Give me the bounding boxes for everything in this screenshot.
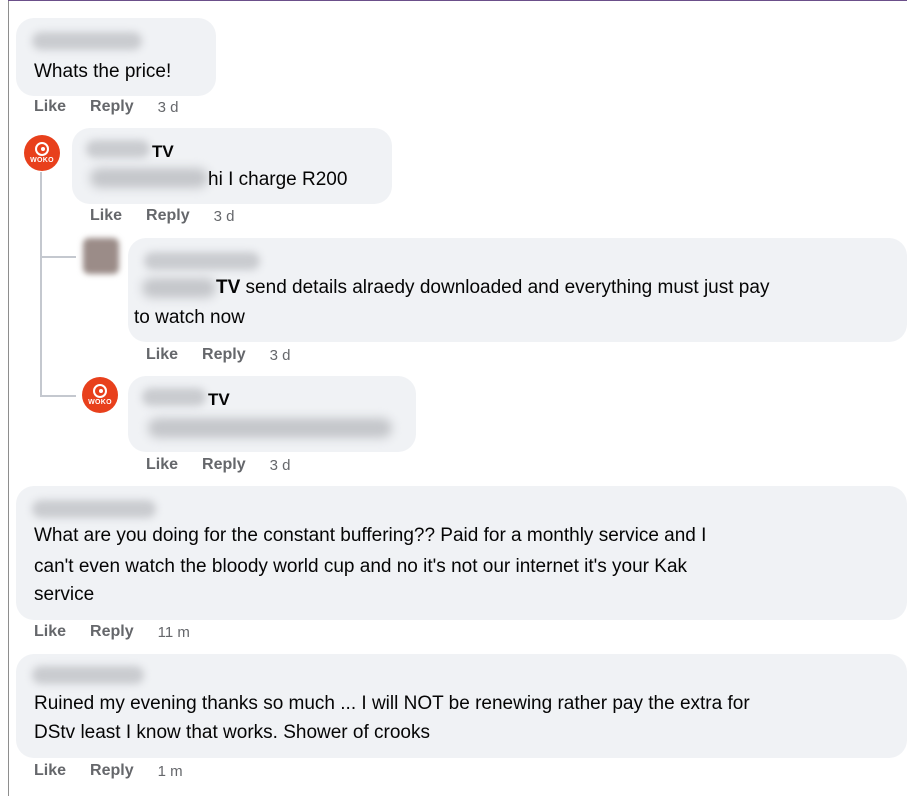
reply-actions: Like Reply 3 d bbox=[90, 207, 234, 225]
avatar-label: WOKO bbox=[30, 157, 54, 164]
comment-text-line-1: Ruined my evening thanks so much ... I w… bbox=[34, 693, 750, 714]
comment-actions: Like Reply 1 m bbox=[34, 762, 183, 780]
comment-text-line-2: can't even watch the bloody world cup an… bbox=[34, 556, 688, 577]
tagged-page-suffix[interactable]: TV bbox=[216, 277, 240, 298]
reply-bubble: TV hi I charge R200 bbox=[72, 128, 392, 204]
reply-button[interactable]: Reply bbox=[90, 623, 134, 641]
reply-bubble: TV bbox=[128, 376, 416, 452]
like-button[interactable]: Like bbox=[146, 456, 178, 474]
reply-bubble: TV send details alraedy downloaded and e… bbox=[128, 238, 907, 342]
reply-actions: Like Reply 3 d bbox=[146, 456, 290, 474]
reply-actions: Like Reply 3 d bbox=[146, 346, 290, 364]
author-name-redacted bbox=[142, 388, 206, 406]
author-name-suffix[interactable]: TV bbox=[152, 136, 174, 167]
author-name-redacted bbox=[86, 140, 150, 158]
comment-bubble: What are you doing for the constant buff… bbox=[16, 486, 907, 620]
reply-text-content: send details alraedy downloaded and ever… bbox=[240, 277, 770, 298]
reply-button[interactable]: Reply bbox=[202, 346, 246, 364]
reply-button[interactable]: Reply bbox=[90, 98, 134, 116]
tagged-name-redacted bbox=[90, 168, 208, 188]
like-button[interactable]: Like bbox=[146, 346, 178, 364]
timestamp[interactable]: 3 d bbox=[270, 457, 291, 474]
play-icon bbox=[35, 142, 49, 156]
comment-text-line-3: service bbox=[34, 584, 95, 605]
timestamp[interactable]: 3 d bbox=[214, 208, 235, 225]
like-button[interactable]: Like bbox=[90, 207, 122, 225]
avatar-label: WOKO bbox=[88, 399, 112, 406]
author-name-suffix[interactable]: TV bbox=[208, 384, 230, 415]
thread-line-branch-2 bbox=[40, 395, 76, 397]
tagged-name-redacted bbox=[142, 278, 216, 298]
thread-line-branch-1 bbox=[40, 256, 76, 258]
comment-bubble: Whats the price! bbox=[16, 18, 216, 96]
like-button[interactable]: Like bbox=[34, 623, 66, 641]
timestamp[interactable]: 3 d bbox=[270, 347, 291, 364]
user-avatar[interactable] bbox=[83, 238, 119, 274]
thread-line-vertical bbox=[40, 172, 42, 397]
timestamp[interactable]: 1 m bbox=[158, 763, 183, 780]
comment-actions: Like Reply 3 d bbox=[34, 98, 178, 116]
like-button[interactable]: Like bbox=[34, 762, 66, 780]
reply-text: hi I charge R200 bbox=[208, 169, 348, 190]
timestamp[interactable]: 11 m bbox=[158, 624, 190, 641]
reply-text-line-1: TV send details alraedy downloaded and e… bbox=[216, 272, 769, 303]
reply-button[interactable]: Reply bbox=[146, 207, 190, 225]
comment-actions: Like Reply 11 m bbox=[34, 623, 190, 641]
reply-button[interactable]: Reply bbox=[202, 456, 246, 474]
comment-text-line-2: DStv least I know that works. Shower of … bbox=[34, 722, 430, 743]
frame-border-left bbox=[8, 0, 9, 796]
like-button[interactable]: Like bbox=[34, 98, 66, 116]
comment-bubble: Ruined my evening thanks so much ... I w… bbox=[16, 654, 907, 758]
author-name-redacted bbox=[32, 32, 142, 50]
comment-text: Whats the price! bbox=[34, 61, 172, 82]
frame-border-top bbox=[8, 0, 907, 1]
author-name-redacted bbox=[144, 252, 260, 270]
page-avatar-logo[interactable]: WOKO bbox=[82, 377, 118, 413]
author-name-redacted bbox=[32, 500, 156, 518]
reply-text-line-2: to watch now bbox=[134, 307, 245, 328]
timestamp[interactable]: 3 d bbox=[158, 99, 179, 116]
reply-text-redacted bbox=[148, 418, 392, 438]
page-avatar-logo[interactable]: WOKO bbox=[24, 135, 60, 171]
comment-text-line-1: What are you doing for the constant buff… bbox=[34, 525, 707, 546]
reply-button[interactable]: Reply bbox=[90, 762, 134, 780]
author-name-redacted bbox=[32, 666, 144, 684]
play-icon bbox=[93, 384, 107, 398]
